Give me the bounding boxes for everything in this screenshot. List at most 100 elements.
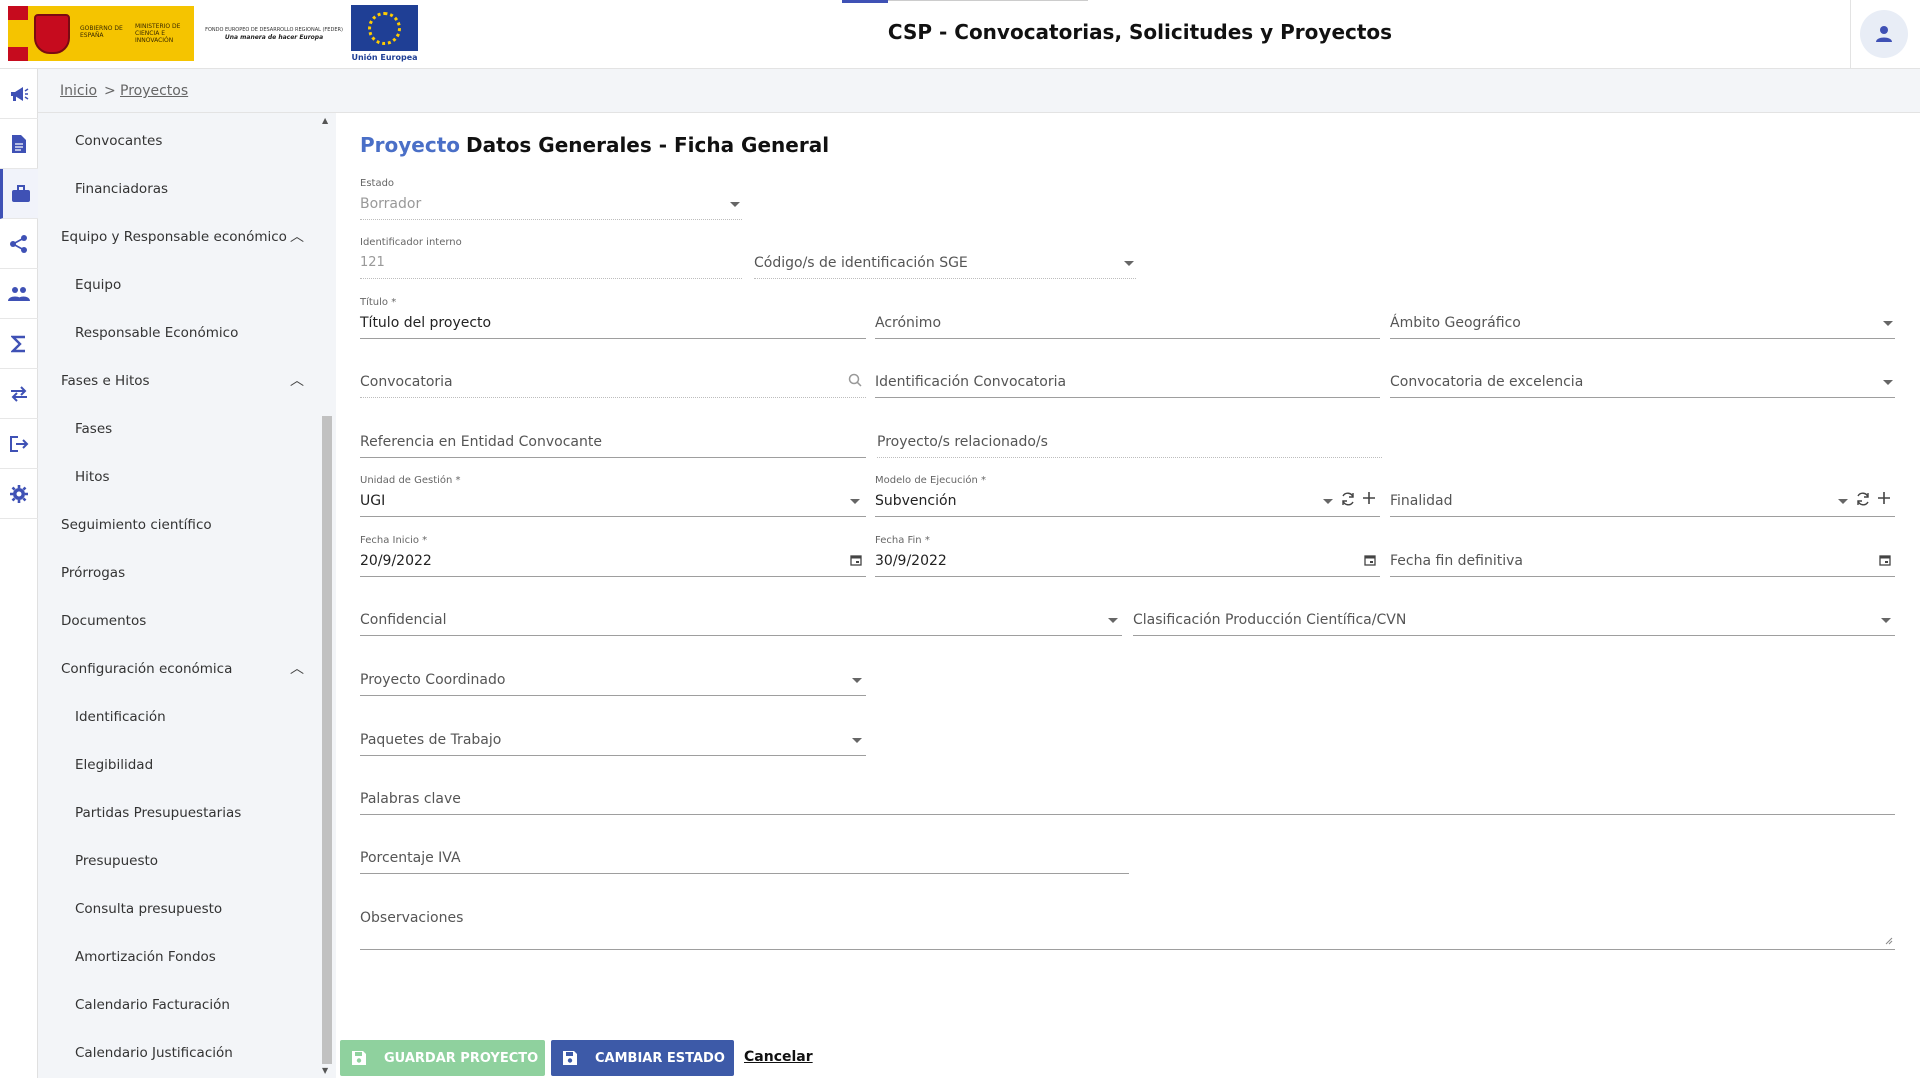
search-icon[interactable] xyxy=(848,373,862,387)
convocatoria-excelencia-select[interactable]: Convocatoria de excelencia xyxy=(1390,354,1895,400)
field-underline xyxy=(360,516,866,517)
identificacion-convocatoria-input[interactable]: Identificación Convocatoria xyxy=(875,354,1380,400)
field-underline xyxy=(360,576,866,577)
nav-item-hitos[interactable]: Hitos xyxy=(75,469,110,485)
field-underline xyxy=(360,755,866,756)
rail-exit[interactable] xyxy=(0,419,38,469)
nav-item-amortizacion[interactable]: Amortización Fondos xyxy=(75,949,216,965)
nav-item-convocantes[interactable]: Convocantes xyxy=(75,133,162,149)
dropdown-arrow-icon xyxy=(1838,499,1848,504)
fecha-fin-definitiva-datepicker[interactable]: Fecha fin definitiva xyxy=(1390,533,1895,579)
proyecto-coordinado-select[interactable]: Proyecto Coordinado xyxy=(360,652,866,698)
referencia-entidad-input[interactable]: Referencia en Entidad Convocante xyxy=(360,414,866,460)
dropdown-arrow-icon xyxy=(850,499,860,504)
chevron-up-icon[interactable]: ︿ xyxy=(290,226,304,246)
app-title: CSP - Convocatorias, Solicitudes y Proye… xyxy=(887,20,1393,44)
dropdown-arrow-icon xyxy=(1323,499,1333,504)
paquetes-trabajo-select[interactable]: Paquetes de Trabajo xyxy=(360,712,866,758)
cancel-link[interactable]: Cancelar xyxy=(744,1049,813,1065)
scroll-up-arrow-icon[interactable]: ▲ xyxy=(322,116,328,125)
nav-item-financiadoras[interactable]: Financiadoras xyxy=(75,181,168,197)
finalidad-placeholder: Finalidad xyxy=(1390,493,1453,509)
field-underline xyxy=(754,278,1136,279)
eu-label: Unión Europea xyxy=(351,53,418,62)
fecha-inicio-datepicker[interactable]: Fecha Inicio * 20/9/2022 xyxy=(360,533,866,579)
identificador-value: 121 xyxy=(360,255,385,270)
nav-item-fases[interactable]: Fases xyxy=(75,421,112,437)
chevron-up-icon[interactable]: ︿ xyxy=(290,370,304,390)
rail-sigma[interactable] xyxy=(0,319,38,369)
nav-item-fases-hitos[interactable]: Fases e Hitos xyxy=(61,373,150,389)
scroll-down-arrow-icon[interactable]: ▼ xyxy=(322,1066,328,1075)
refresh-icon[interactable] xyxy=(1855,491,1871,507)
nav-item-responsable-economico[interactable]: Responsable Económico xyxy=(75,325,238,341)
share-icon xyxy=(10,234,27,253)
user-menu-button[interactable] xyxy=(1860,10,1908,58)
nav-item-elegibilidad[interactable]: Elegibilidad xyxy=(75,757,153,773)
acronimo-placeholder: Acrónimo xyxy=(875,315,942,331)
add-icon[interactable] xyxy=(1362,491,1376,505)
nav-item-prorrogas[interactable]: Prórrogas xyxy=(61,565,125,581)
convocatoria-search-field[interactable]: Convocatoria xyxy=(360,354,866,400)
nav-item-consulta-presupuesto[interactable]: Consulta presupuesto xyxy=(75,901,222,917)
observaciones-textarea[interactable]: Observaciones xyxy=(360,890,1895,952)
nav-item-equipo-responsable[interactable]: Equipo y Responsable económico xyxy=(61,229,287,245)
palabras-clave-input[interactable]: Palabras clave xyxy=(360,771,1895,817)
rail-solicitudes[interactable] xyxy=(0,119,38,169)
rail-settings[interactable] xyxy=(0,469,38,519)
nav-item-documentos[interactable]: Documentos xyxy=(61,613,146,629)
nav-item-calendario-facturacion[interactable]: Calendario Facturación xyxy=(75,997,230,1013)
nav-scrollbar-thumb[interactable] xyxy=(322,416,332,1064)
add-icon[interactable] xyxy=(1877,491,1891,505)
rail-personas[interactable] xyxy=(0,269,38,319)
unidad-gestion-select[interactable]: Unidad de Gestión * UGI xyxy=(360,473,866,519)
clasificacion-cvn-select[interactable]: Clasificación Producción Científica/CVN xyxy=(1133,592,1895,638)
nav-item-presupuesto[interactable]: Presupuesto xyxy=(75,853,158,869)
observaciones-placeholder: Observaciones xyxy=(360,910,464,926)
calendar-icon[interactable] xyxy=(1364,554,1376,566)
identificador-interno-field[interactable]: Identificador interno 121 xyxy=(360,235,742,281)
nav-item-identificacion[interactable]: Identificación xyxy=(75,709,166,725)
dropdown-arrow-icon xyxy=(852,678,862,683)
modelo-ejecucion-select[interactable]: Modelo de Ejecución * Subvención xyxy=(875,473,1380,519)
rail-share[interactable] xyxy=(0,219,38,269)
chevron-up-icon[interactable]: ︿ xyxy=(290,658,304,678)
save-project-button[interactable]: GUARDAR PROYECTO xyxy=(340,1040,545,1076)
codigo-sge-select[interactable]: Código/s de identificación SGE xyxy=(754,235,1136,281)
rail-proyectos[interactable] xyxy=(0,169,38,219)
ambito-geografico-select[interactable]: Ámbito Geográfico xyxy=(1390,295,1895,341)
calendar-icon[interactable] xyxy=(850,554,862,566)
titulo-input[interactable]: Título * Título del proyecto xyxy=(360,295,866,341)
rail-convocatorias[interactable] xyxy=(0,69,38,119)
breadcrumb-current-link[interactable]: Proyectos xyxy=(120,83,188,99)
nav-item-config-economica[interactable]: Configuración económica xyxy=(61,661,232,677)
nav-item-equipo[interactable]: Equipo xyxy=(75,277,121,293)
resize-handle-icon[interactable] xyxy=(1885,937,1893,945)
refresh-icon[interactable] xyxy=(1340,491,1356,507)
titulo-value: Título del proyecto xyxy=(360,315,492,331)
transfer-icon xyxy=(11,385,27,402)
proyectos-relacionados-field[interactable]: Proyecto/s relacionado/s xyxy=(877,414,1382,460)
estado-select[interactable]: Estado Borrador xyxy=(360,176,742,222)
calendar-icon[interactable] xyxy=(1879,554,1891,566)
rail-transfer[interactable] xyxy=(0,369,38,419)
acronimo-input[interactable]: Acrónimo xyxy=(875,295,1380,341)
nav-item-seguimiento[interactable]: Seguimiento científico xyxy=(61,517,212,533)
porcentaje-iva-input[interactable]: Porcentaje IVA xyxy=(360,830,1129,876)
excelencia-placeholder: Convocatoria de excelencia xyxy=(1390,374,1584,390)
confidencial-select[interactable]: Confidencial xyxy=(360,592,1122,638)
confidencial-placeholder: Confidencial xyxy=(360,612,447,628)
finalidad-select[interactable]: Finalidad xyxy=(1390,473,1895,519)
change-state-button[interactable]: CAMBIAR ESTADO xyxy=(551,1040,734,1076)
page-title-text: Datos Generales - Ficha General xyxy=(466,133,830,157)
fecha-fin-datepicker[interactable]: Fecha Fin * 30/9/2022 xyxy=(875,533,1380,579)
document-icon xyxy=(12,134,26,153)
dropdown-arrow-icon xyxy=(1108,618,1118,623)
field-underline xyxy=(875,338,1380,339)
nav-item-calendario-justificacion[interactable]: Calendario Justificación xyxy=(75,1045,233,1061)
nav-item-partidas[interactable]: Partidas Presupuestarias xyxy=(75,805,241,821)
field-underline xyxy=(1390,338,1895,339)
top-indicator xyxy=(842,0,888,3)
breadcrumb-home-link[interactable]: Inicio xyxy=(60,83,97,99)
field-underline xyxy=(360,873,1129,874)
